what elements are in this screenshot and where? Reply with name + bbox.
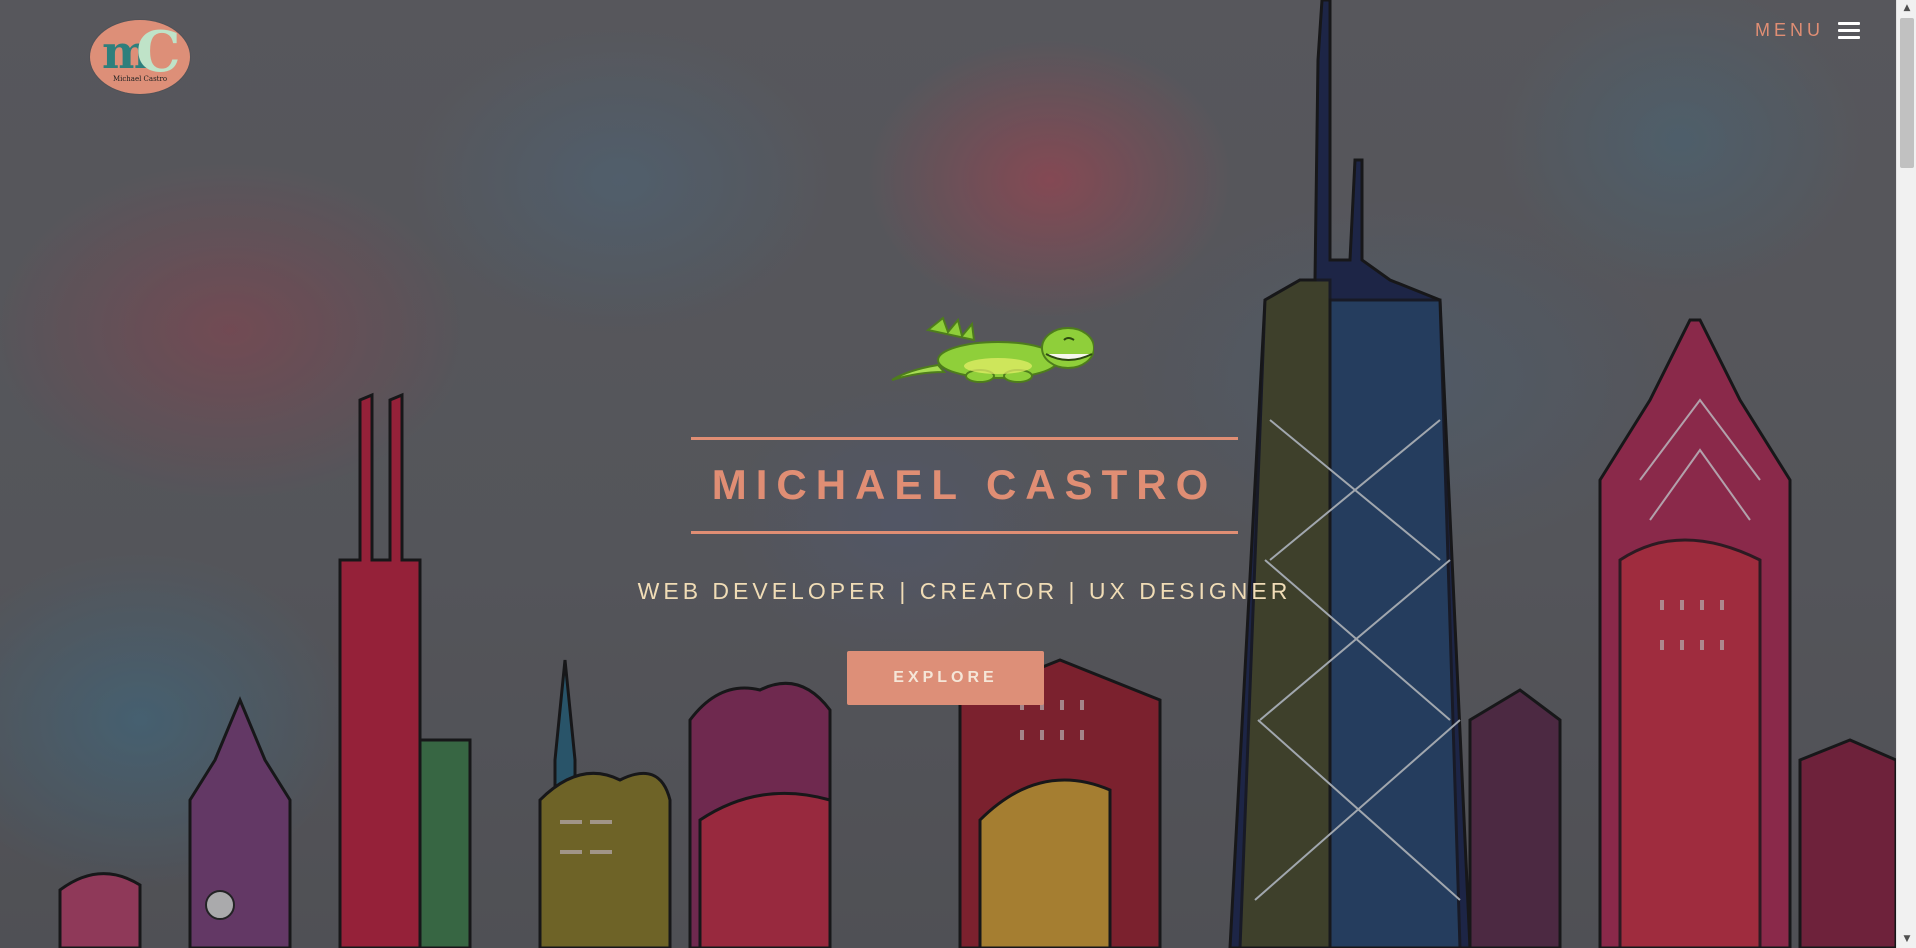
hero-section: m C Michael Castro MENU MICHAEL CASTRO W… [0, 0, 1896, 948]
logo-name: Michael Castro [112, 75, 168, 83]
scroll-down-arrow-icon[interactable]: ▼ [1897, 931, 1916, 948]
explore-button[interactable]: EXPLORE [847, 651, 1044, 705]
menu-label: MENU [1755, 20, 1824, 40]
hamburger-icon [1838, 21, 1860, 40]
scroll-up-arrow-icon[interactable]: ▲ [1897, 0, 1916, 17]
menu-toggle-button[interactable]: MENU [1755, 20, 1860, 41]
hero-title: MICHAEL CASTRO [711, 461, 1218, 508]
title-rule-bottom [691, 531, 1238, 534]
green-dinosaur-icon [891, 316, 1094, 383]
vertical-scrollbar[interactable]: ▲ ▼ [1896, 0, 1916, 948]
site-logo[interactable]: m C Michael Castro [90, 20, 190, 94]
hero-subtitle: WEB DEVELOPER | CREATOR | UX DESIGNER [637, 578, 1292, 604]
scrollbar-thumb[interactable] [1900, 18, 1914, 168]
title-rule-top [691, 437, 1238, 440]
